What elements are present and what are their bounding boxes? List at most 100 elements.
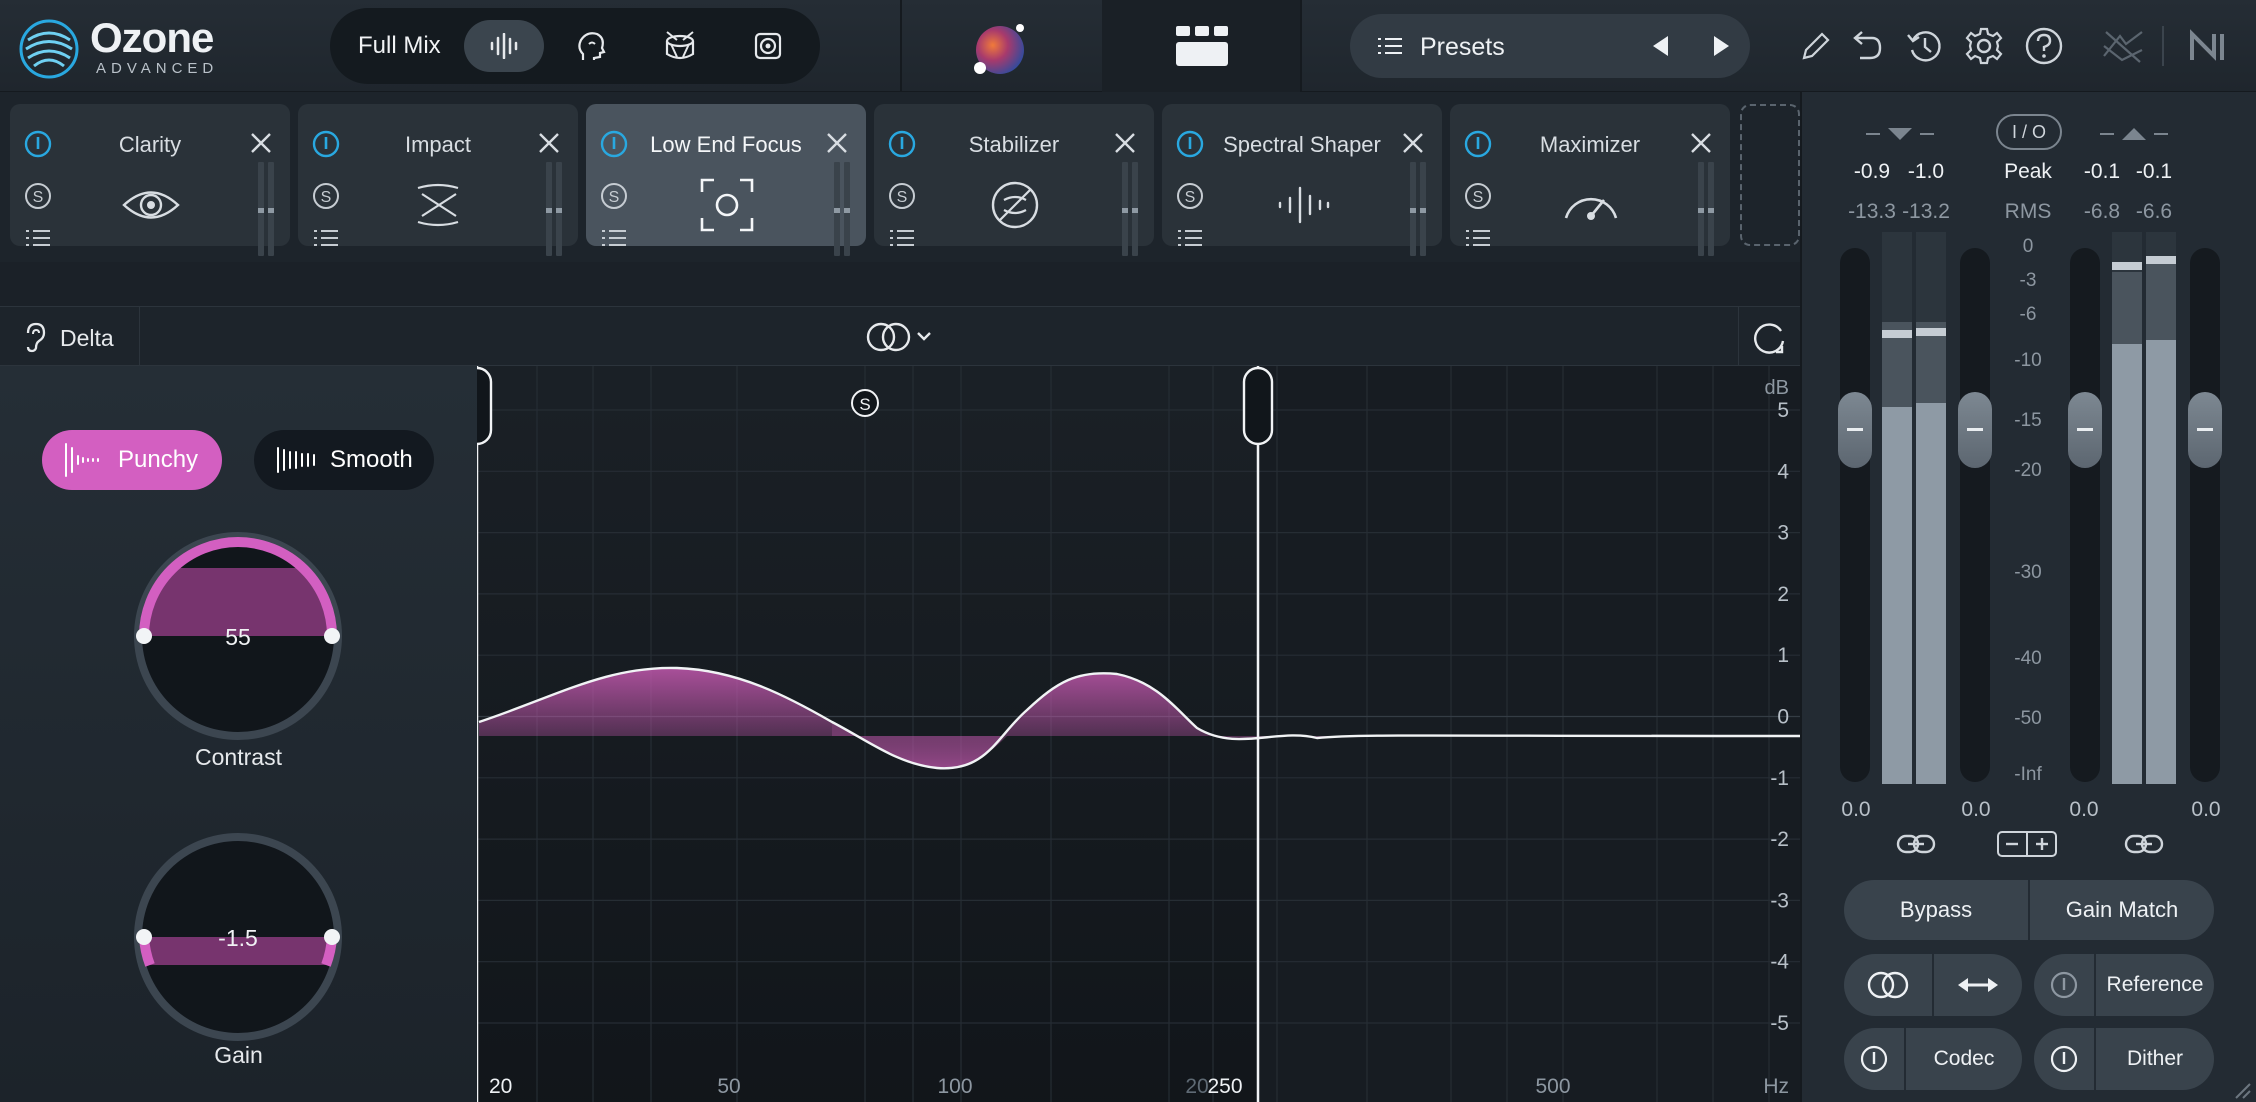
impact-icon [417,183,459,227]
list-icon[interactable] [24,228,52,248]
db-tick-label: 5 [1777,399,1789,422]
module-chain: Clarity S Impact S Low End Focus S Stabilizer S… [0,92,1800,262]
assistant-off-icon[interactable] [2100,26,2146,66]
input-right-fader-handle[interactable] [1958,392,1992,468]
db-tick-label: -3 [1770,889,1789,912]
module-card-impact[interactable]: Impact S [298,104,578,256]
add-module-slot[interactable] [1740,104,1800,246]
full-mix-label[interactable]: Full Mix [358,32,441,60]
input-peak-right: -1.0 [1907,160,1945,183]
output-right-fader-handle[interactable] [2188,392,2222,468]
input-rms-left: -13.3 [1848,200,1896,223]
vocals-target-button[interactable] [552,20,632,72]
dither-button[interactable]: Dither [2096,1028,2214,1090]
close-icon[interactable] [1110,128,1140,158]
solo-icon[interactable]: S [1176,182,1204,210]
gain-offset-icon[interactable] [1996,830,2058,858]
close-icon[interactable] [1398,128,1428,158]
input-rms-right: -13.2 [1902,200,1950,223]
reset-view-button[interactable] [1738,307,1800,367]
solo-icon[interactable]: S [24,182,52,210]
solo-icon[interactable]: S [312,182,340,210]
previous-preset-icon[interactable] [1650,34,1672,58]
module-card-clarity[interactable]: Clarity S [10,104,290,256]
pencil-icon[interactable] [1796,26,1836,66]
solo-icon[interactable]: S [1464,182,1492,210]
output-peak-left: -0.1 [2083,160,2121,183]
list-icon[interactable] [888,228,916,248]
rms-label: RMS [2004,200,2052,223]
codec-power-button[interactable] [1844,1028,1904,1090]
output-link-icon[interactable] [2124,832,2164,856]
next-preset-icon[interactable] [1710,34,1732,58]
module-view-button[interactable] [1102,0,1302,92]
ni-logo-icon[interactable] [2188,26,2238,66]
resize-grip-icon[interactable] [2232,1080,2252,1100]
high-cutoff-handle[interactable] [1242,366,1274,446]
close-icon[interactable] [1686,128,1716,158]
module-card-low-end-focus[interactable]: Low End Focus S [586,104,866,256]
io-toggle[interactable]: I / O [1996,114,2062,150]
master-assistant-orb-icon[interactable] [972,20,1028,76]
list-icon [1378,38,1402,54]
reference-power-button[interactable] [2034,954,2094,1016]
close-icon[interactable] [534,128,564,158]
input-left-fader-handle[interactable] [1838,392,1872,468]
solo-icon[interactable]: S [600,182,628,210]
list-icon[interactable] [1176,228,1204,248]
db-tick-label: 2 [1777,583,1789,606]
drums-target-button[interactable] [640,20,720,72]
list-icon[interactable] [600,228,628,248]
full-mix-button[interactable] [464,20,544,72]
presets-button[interactable]: Presets [1420,33,1505,62]
bypass-button[interactable]: Bypass [1844,880,2028,940]
dither-power-button[interactable] [2034,1028,2094,1090]
close-icon[interactable] [822,128,852,158]
meter-scale-tick: -6 [2019,304,2037,325]
low-cutoff-handle[interactable] [477,366,493,446]
punchy-mode-button[interactable]: Punchy [42,430,222,490]
mono-stereo-button[interactable] [1844,954,1932,1016]
input-left-fader-track[interactable] [1840,248,1870,782]
stereo-mode-selector[interactable] [866,319,938,355]
delta-button[interactable]: Delta [0,307,140,367]
module-card-stabilizer[interactable]: Stabilizer S [874,104,1154,256]
list-icon[interactable] [312,228,340,248]
smooth-mode-button[interactable]: Smooth [254,430,434,490]
db-tick-label: -2 [1770,828,1789,851]
presets-bar: Presets [1350,14,1750,78]
reference-button[interactable]: Reference [2096,954,2214,1016]
db-tick-label: -1 [1770,767,1789,790]
solo-icon[interactable]: S [888,182,916,210]
gain-match-button[interactable]: Gain Match [2030,880,2214,940]
db-tick-label: 0 [1777,706,1789,729]
output-left-fader-track[interactable] [2070,248,2100,782]
gear-icon[interactable] [1964,26,2004,66]
help-icon[interactable] [2024,26,2064,66]
contrast-knob[interactable]: 55 [130,528,346,744]
input-meter-left-level [1882,407,1912,784]
undo-icon[interactable] [1846,26,1886,66]
low-end-focus-graph[interactable]: S dB 5 4 3 2 1 0 -1 -2 -3 -4 -5 20 50 100 20 250 500 Hz [477,366,1800,1102]
input-right-fader-track[interactable] [1960,248,1990,782]
ozone-logo: Ozone ADVANCED [18,14,233,79]
gain-knob[interactable]: -1.5 [130,829,346,1045]
codec-button[interactable]: Codec [1906,1028,2022,1090]
close-icon[interactable] [246,128,276,158]
output-left-fader-handle[interactable] [2068,392,2102,468]
output-right-fader-track[interactable] [2190,248,2220,782]
swap-channels-button[interactable] [1934,954,2022,1016]
module-card-spectral-shaper[interactable]: Spectral Shaper S [1162,104,1442,256]
instruments-target-button[interactable] [728,20,808,72]
input-right-gain-value[interactable]: 0.0 [1944,798,2008,822]
output-left-gain-value[interactable]: 0.0 [2052,798,2116,822]
module-card-maximizer[interactable]: Maximizer S [1450,104,1730,256]
input-link-icon[interactable] [1896,832,1936,856]
input-meter-left [1882,232,1912,784]
input-left-gain-value[interactable]: 0.0 [1824,798,1888,822]
history-icon[interactable] [1904,26,1944,66]
list-icon[interactable] [1464,228,1492,248]
band-solo-label: S [859,395,870,414]
output-right-gain-value[interactable]: 0.0 [2174,798,2238,822]
waveform-icon [490,33,518,59]
